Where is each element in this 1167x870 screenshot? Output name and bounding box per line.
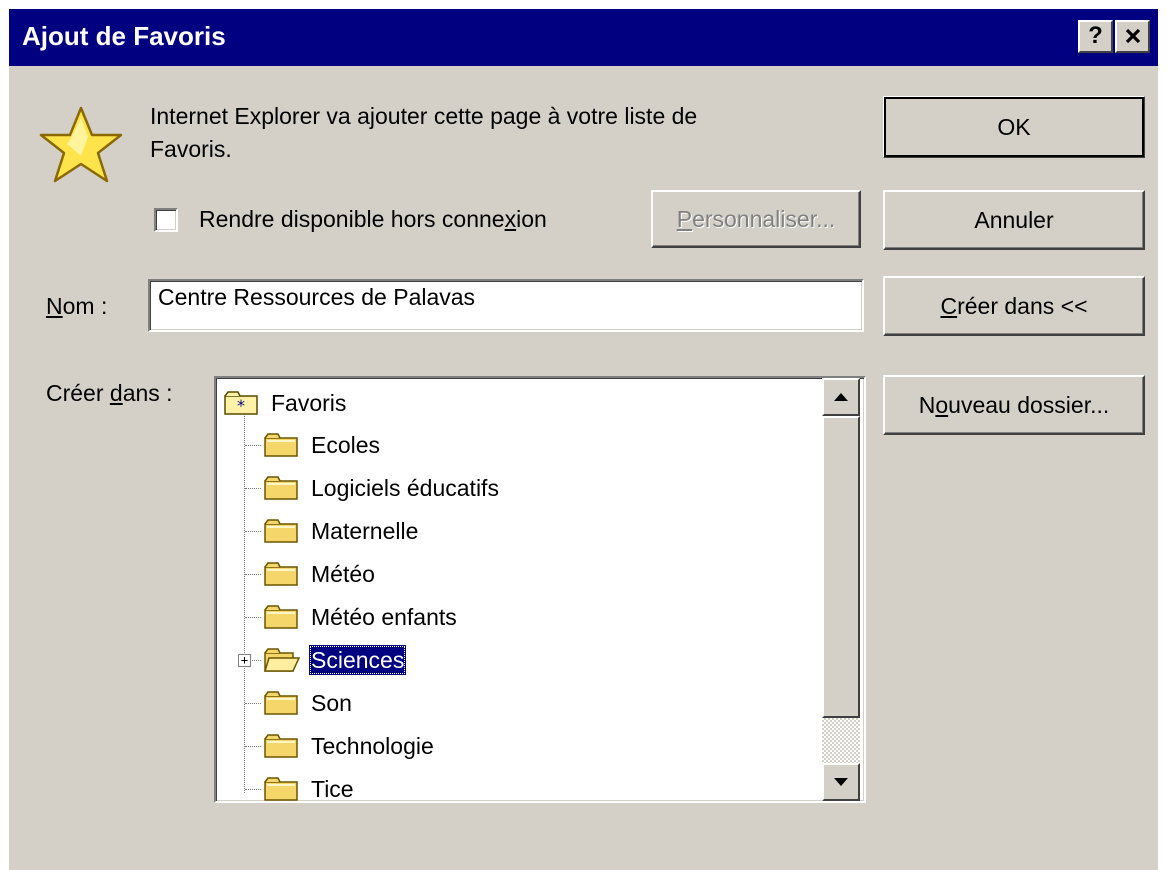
message-line-2: Favoris.	[150, 136, 232, 162]
folder-icon	[264, 777, 298, 801]
tree-item-label: Logiciels éducatifs	[311, 475, 499, 501]
tree-item-technologie[interactable]: Technologie	[264, 727, 436, 765]
tree-item-tice[interactable]: Tice	[264, 770, 356, 802]
tree-item-label: Favoris	[271, 390, 347, 416]
tree-item-maternelle[interactable]: Maternelle	[264, 512, 420, 550]
name-input[interactable]: Centre Ressources de Palavas	[148, 279, 864, 332]
tree-branch	[245, 617, 261, 618]
ok-button[interactable]: OK	[883, 96, 1145, 158]
new-folder-button[interactable]: No uveau dossier...	[883, 375, 1145, 435]
tree-item-meteo[interactable]: Météo	[264, 555, 377, 593]
tree-branch	[245, 789, 261, 790]
tree-item-root[interactable]: * Favoris	[224, 384, 348, 422]
tree-connector-line	[244, 408, 245, 793]
folder-icon	[264, 562, 298, 586]
tree-item-logiciels[interactable]: Logiciels éducatifs	[264, 469, 501, 507]
offline-label[interactable]: Rendre disponible hors connexion	[199, 205, 547, 233]
arrow-down-icon	[834, 778, 848, 786]
folder-tree[interactable]: * Favoris Ecoles Logiciels éducatifs Mat…	[214, 376, 866, 803]
tree-branch	[245, 703, 261, 704]
svg-text:*: *	[237, 396, 245, 415]
tree-item-label: Tice	[311, 776, 354, 802]
name-label: Nom :	[46, 293, 108, 319]
folder-icon	[264, 734, 298, 758]
add-favorite-dialog: Ajout de Favoris ? Internet Explorer va …	[9, 9, 1158, 870]
folder-icon	[264, 691, 298, 715]
folder-icon	[264, 433, 298, 457]
help-button[interactable]: ?	[1078, 20, 1113, 53]
close-icon	[1125, 28, 1140, 44]
scroll-down-button[interactable]	[822, 763, 860, 801]
tree-branch	[245, 531, 261, 532]
tree-item-label: Météo enfants	[311, 604, 457, 630]
create-in-label: Créer dans :	[46, 380, 173, 406]
folder-icon	[264, 605, 298, 629]
tree-item-ecoles[interactable]: Ecoles	[264, 426, 382, 464]
tree-branch	[245, 574, 261, 575]
expand-plus-icon[interactable]: +	[238, 654, 251, 667]
tree-item-son[interactable]: Son	[264, 684, 354, 722]
customize-button[interactable]: Personnaliser...	[651, 190, 861, 248]
tree-item-label: Ecoles	[311, 432, 381, 458]
tree-item-sciences[interactable]: Sciences	[264, 641, 407, 679]
tree-item-label: Technologie	[311, 733, 434, 759]
tree-scrollbar[interactable]	[822, 378, 860, 801]
tree-item-label: Son	[311, 690, 352, 716]
tree-item-label: Maternelle	[311, 518, 419, 544]
create-in-toggle-button[interactable]: Créer dans <<	[883, 276, 1145, 336]
offline-checkbox[interactable]	[154, 208, 178, 232]
message-line-1: Internet Explorer va ajouter cette page …	[150, 103, 698, 129]
title-bar[interactable]: Ajout de Favoris ?	[9, 9, 1158, 66]
tree-branch	[245, 488, 261, 489]
window-title: Ajout de Favoris	[22, 21, 226, 51]
tree-item-label: Sciences	[309, 645, 407, 675]
scroll-up-button[interactable]	[822, 378, 860, 416]
arrow-up-icon	[834, 393, 848, 401]
tree-item-meteo-enfants[interactable]: Météo enfants	[264, 598, 459, 636]
name-input-value: Centre Ressources de Palavas	[158, 284, 476, 310]
scroll-thumb[interactable]	[822, 416, 860, 718]
folder-icon	[264, 519, 298, 543]
open-folder-icon	[264, 648, 300, 672]
tree-branch	[245, 746, 261, 747]
favorites-star-icon	[39, 106, 123, 183]
cancel-button[interactable]: Annuler	[883, 190, 1145, 250]
tree-item-label: Météo	[311, 561, 375, 587]
folder-icon	[264, 476, 298, 500]
tree-branch	[245, 445, 261, 446]
close-button[interactable]	[1115, 20, 1150, 53]
favorites-folder-icon: *	[224, 391, 258, 415]
